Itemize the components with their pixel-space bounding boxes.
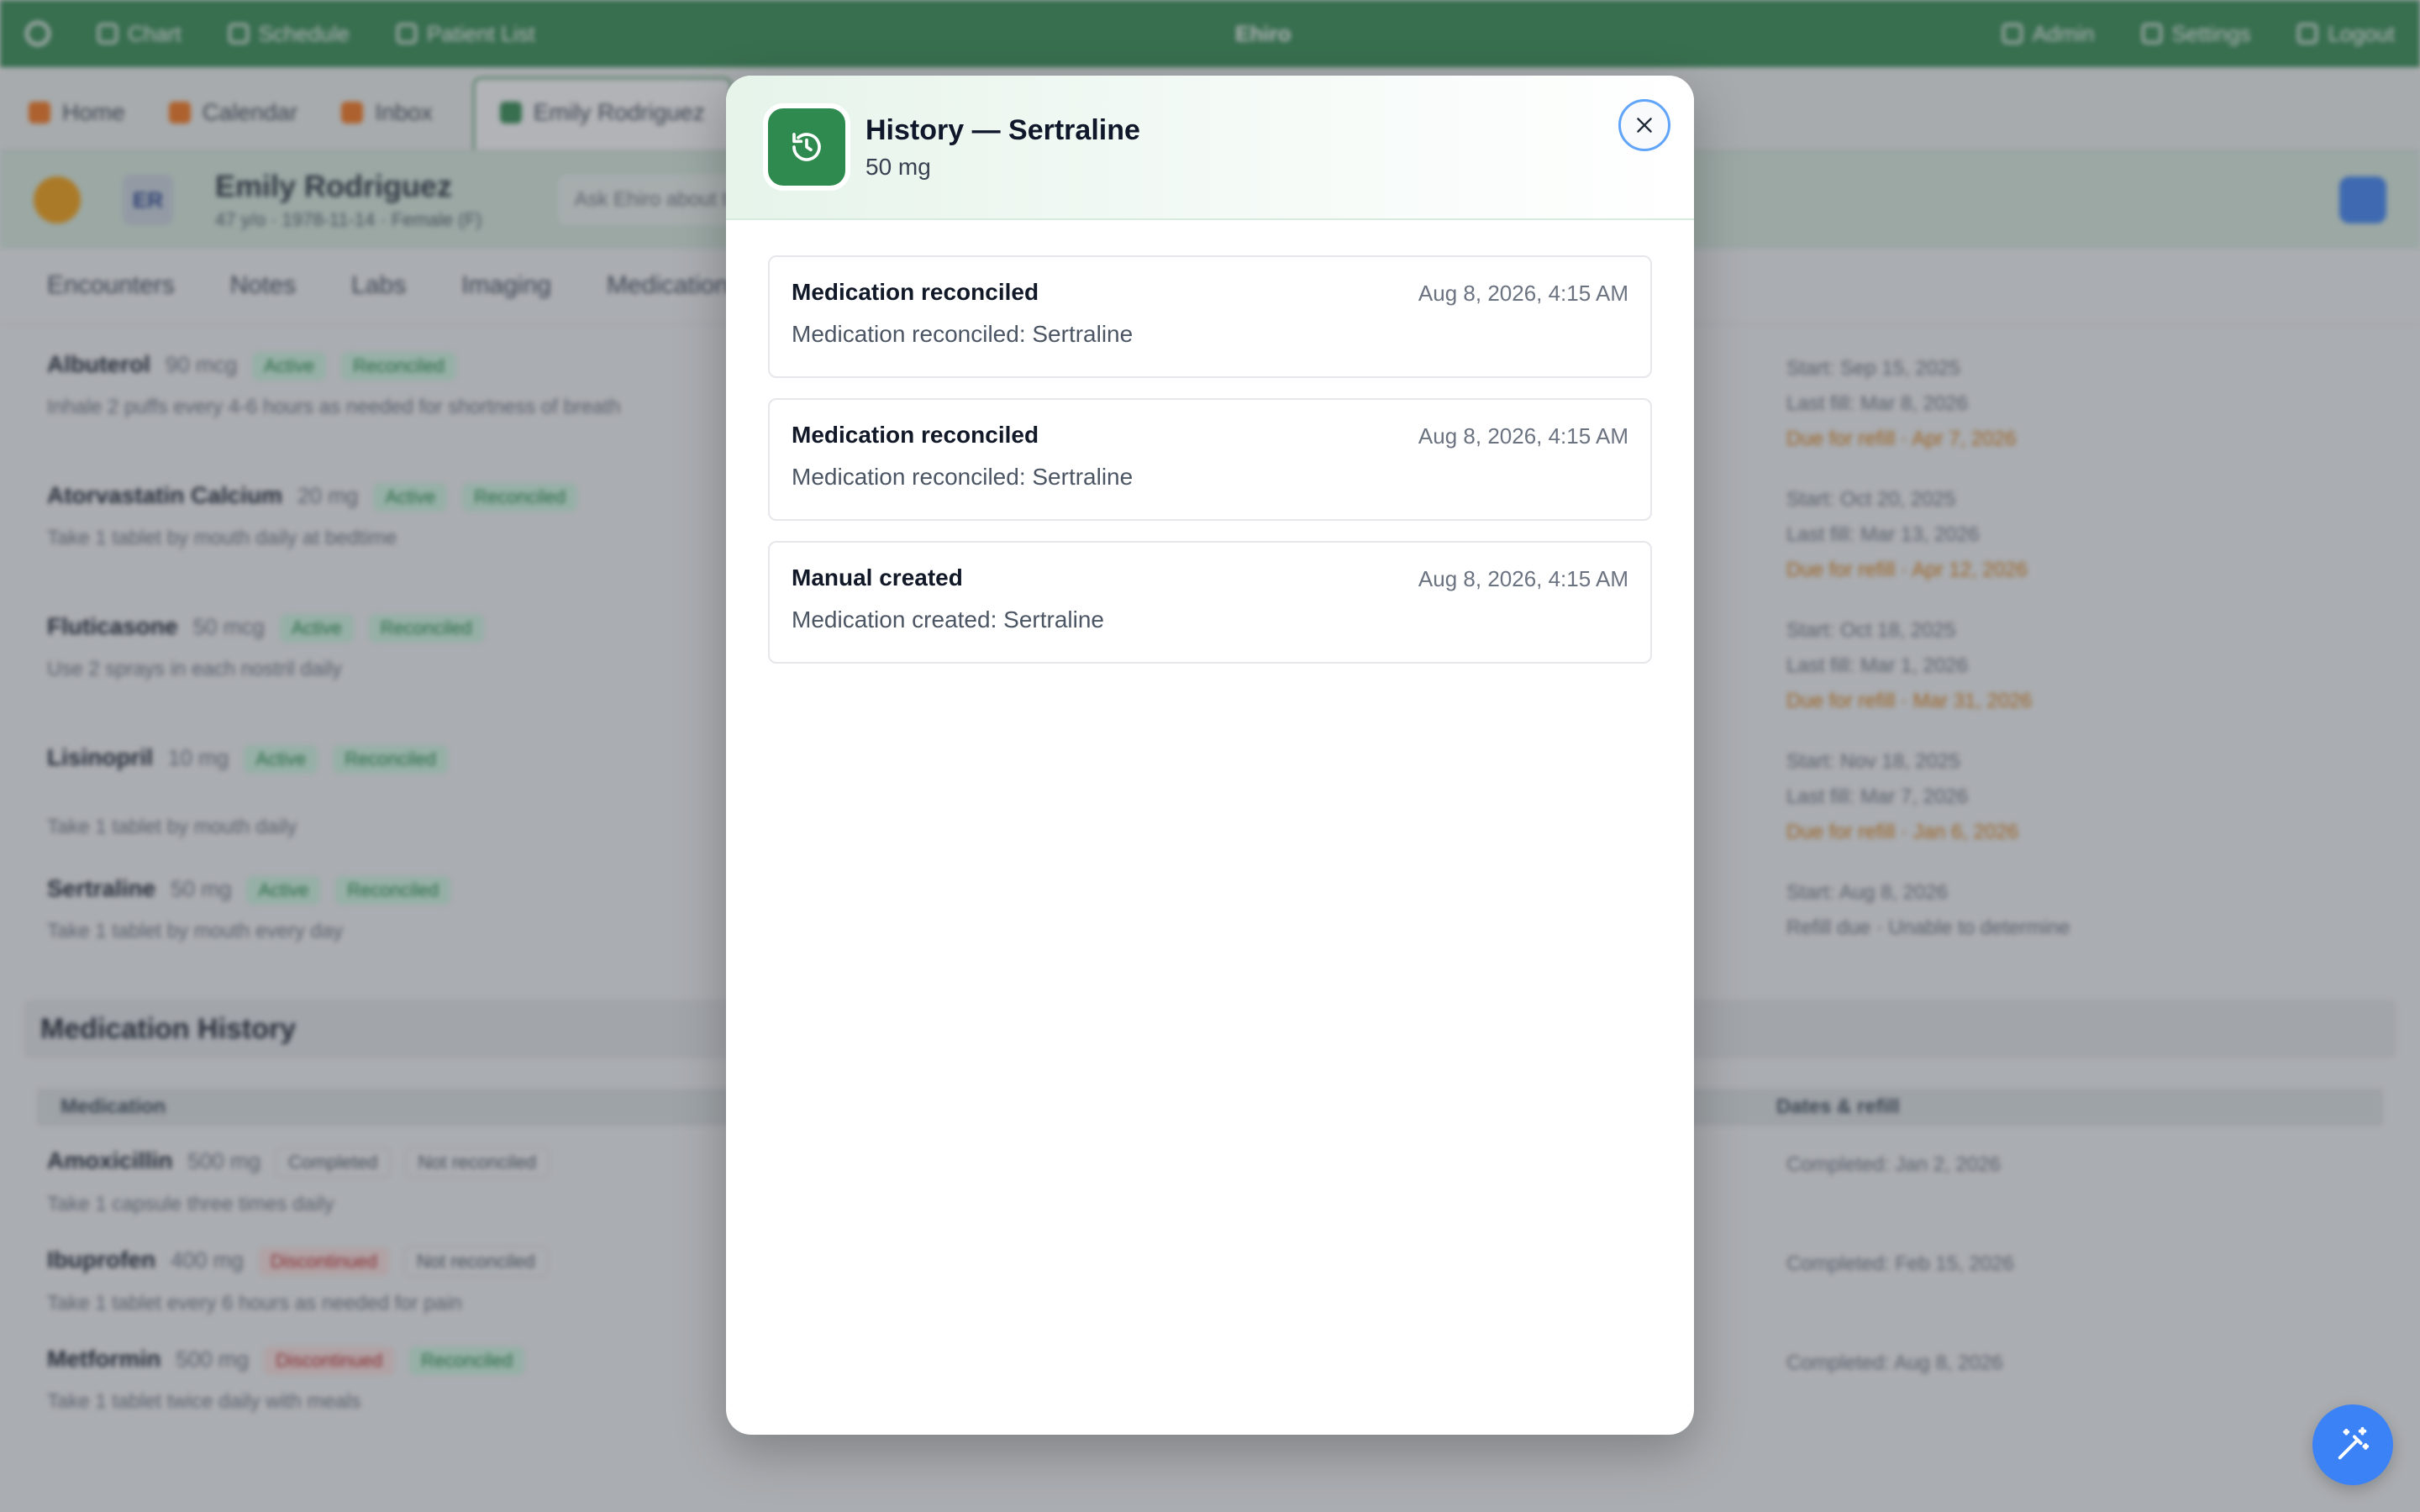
entry-description: Medication reconciled: Sertraline — [792, 321, 1134, 347]
history-entry: Medication reconciled Medication reconci… — [768, 255, 1652, 378]
history-list: Medication reconciled Medication reconci… — [726, 220, 1694, 664]
ai-assist-fab[interactable] — [2312, 1404, 2420, 1512]
entry-description: Medication reconciled: Sertraline — [792, 464, 1134, 490]
history-entry: Medication reconciled Medication reconci… — [768, 398, 1652, 521]
magic-wand-icon — [2338, 1426, 2370, 1460]
modal-header: History — Sertraline 50 mg — [726, 76, 1694, 220]
entry-timestamp: Aug 8, 2026, 4:15 AM — [1418, 566, 1628, 591]
history-entry: Manual created Medication created: Sertr… — [768, 541, 1652, 664]
close-icon — [1637, 118, 1652, 133]
modal-title: History — Sertraline — [865, 113, 1140, 146]
entry-timestamp: Aug 8, 2026, 4:15 AM — [1418, 423, 1628, 449]
entry-timestamp: Aug 8, 2026, 4:15 AM — [1418, 281, 1628, 306]
close-button[interactable] — [1618, 99, 1670, 151]
history-icon — [768, 108, 845, 186]
entry-description: Medication created: Sertraline — [792, 606, 1104, 633]
history-modal: History — Sertraline 50 mg Medication re… — [726, 76, 1694, 1435]
modal-subtitle: 50 mg — [865, 153, 931, 180]
